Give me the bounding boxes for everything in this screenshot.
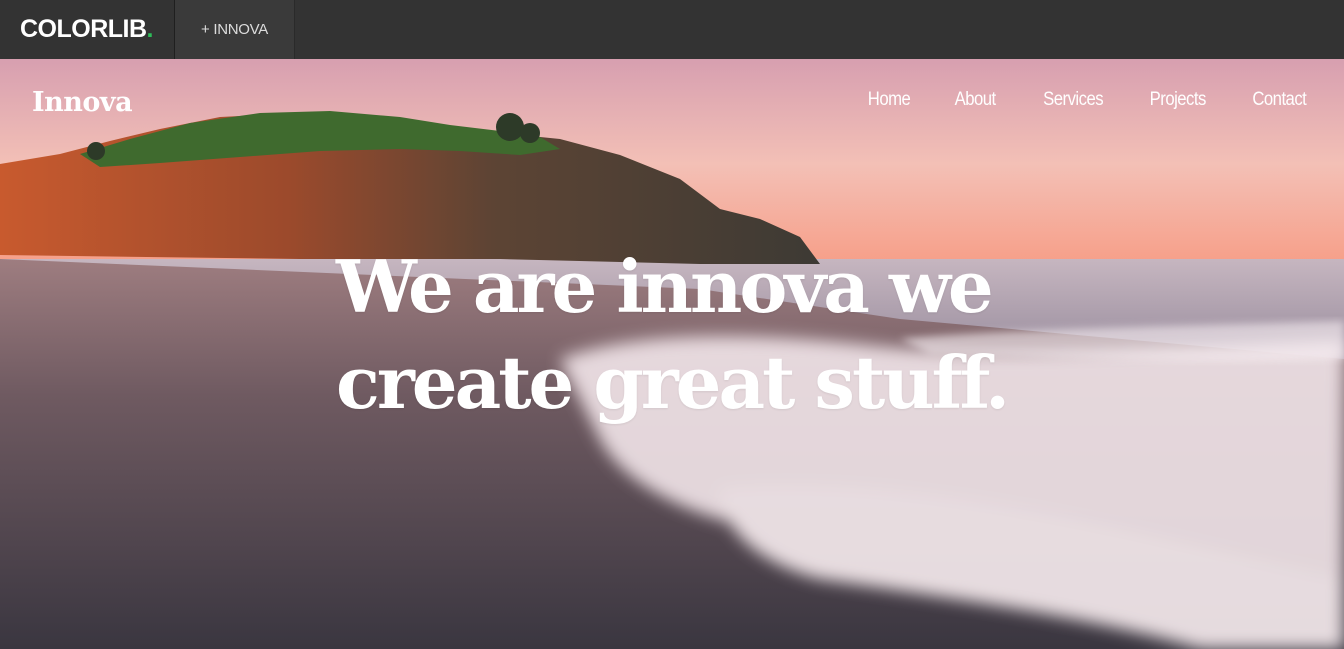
- brand-dot: .: [146, 15, 154, 43]
- colorlib-topbar: COLORLIB. + INNOVA: [0, 0, 1344, 59]
- colorlib-logo-link[interactable]: COLORLIB.: [0, 0, 175, 59]
- hero-section: Innova Home About Services Projects Cont…: [0, 59, 1344, 649]
- nav-projects[interactable]: Projects: [1150, 89, 1207, 111]
- main-nav: Home About Services Projects Contact: [823, 89, 1307, 111]
- nav-about[interactable]: About: [955, 89, 997, 111]
- nav-contact[interactable]: Contact: [1252, 89, 1306, 111]
- site-logo[interactable]: Innova: [32, 87, 133, 118]
- headline-line-1: We are innova we: [336, 244, 994, 329]
- hero-headline: We are innova we create great stuff.: [336, 239, 1036, 431]
- brand-name: COLORLIB: [20, 15, 147, 43]
- theme-name-tab[interactable]: + INNOVA: [175, 0, 295, 59]
- headline-line-2: create great stuff.: [336, 340, 1010, 425]
- nav-services[interactable]: Services: [1043, 89, 1103, 111]
- nav-home[interactable]: Home: [868, 89, 911, 111]
